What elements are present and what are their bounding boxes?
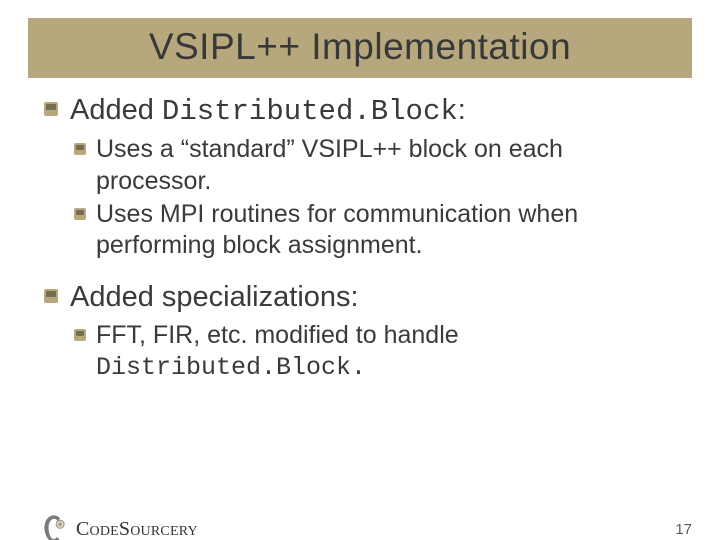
brand-logo: CodeSourcery bbox=[40, 514, 198, 540]
bullet-level2: Uses a “standard” VSIPL++ block on each … bbox=[74, 134, 676, 197]
logo-icon bbox=[40, 514, 68, 540]
bullet-icon bbox=[44, 289, 58, 303]
slide-title-band: VSIPL++ Implementation bbox=[28, 18, 692, 78]
bullet-text-suffix: : bbox=[458, 94, 466, 126]
bullet-level1: Added Distributed.Block: bbox=[44, 92, 676, 130]
bullet-text: Uses a “standard” VSIPL++ block on each … bbox=[96, 135, 563, 194]
bullet-level2: Uses MPI routines for communication when… bbox=[74, 199, 676, 262]
bullet-level1: Added specializations: bbox=[44, 279, 676, 315]
page-number: 17 bbox=[675, 521, 692, 538]
slide-body: Added Distributed.Block: Uses a “standar… bbox=[44, 92, 676, 383]
bullet-code: Distributed.Block bbox=[162, 95, 458, 128]
bullet-text: Uses MPI routines for communication when… bbox=[96, 200, 578, 259]
bullet-icon bbox=[44, 102, 58, 116]
brand-text: CodeSourcery bbox=[76, 518, 198, 540]
bullet-level2: FFT, FIR, etc. modified to handle Distri… bbox=[74, 320, 676, 384]
slide-title: VSIPL++ Implementation bbox=[28, 26, 692, 68]
brand-code: Code bbox=[76, 518, 119, 540]
bullet-text-prefix: Added bbox=[70, 94, 162, 126]
slide-footer: CodeSourcery 17 bbox=[0, 504, 720, 540]
bullet-icon bbox=[74, 143, 86, 155]
brand-sourcery: Sourcery bbox=[119, 518, 198, 540]
bullet-icon bbox=[74, 329, 86, 341]
bullet-text: Added specializations: bbox=[70, 281, 359, 313]
bullet-text-prefix: FFT, FIR, etc. modified to handle bbox=[96, 321, 459, 349]
bullet-code: Distributed.Block. bbox=[96, 353, 366, 382]
bullet-icon bbox=[74, 208, 86, 220]
